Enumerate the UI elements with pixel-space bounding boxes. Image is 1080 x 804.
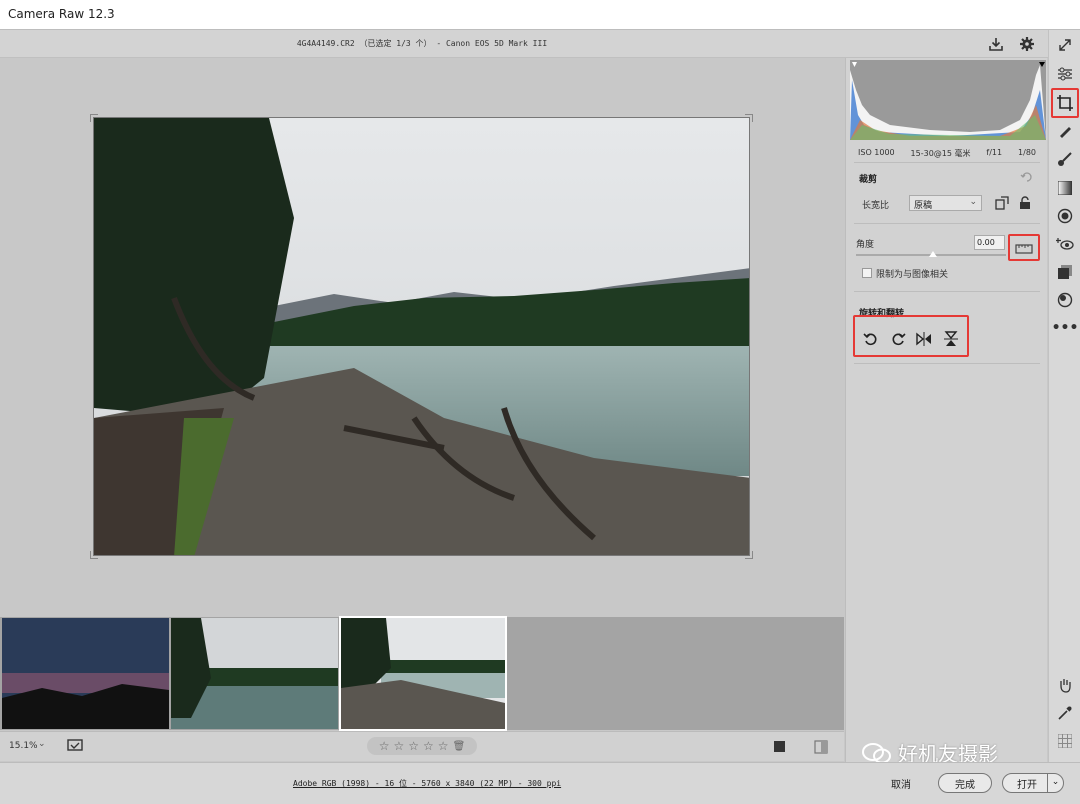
hand-icon[interactable] bbox=[1053, 673, 1077, 697]
done-button[interactable]: 完成 bbox=[938, 773, 992, 793]
exif-aperture: f/11 bbox=[986, 148, 1003, 157]
right-panel: ISO 1000 15-30@15 毫米 f/11 1/80 裁剪 长宽比 原稿… bbox=[845, 58, 1047, 766]
flip-horizontal-icon[interactable] bbox=[914, 330, 934, 348]
star-rating[interactable]: ☆ ☆ ☆ ☆ ☆ 🗑 bbox=[367, 737, 477, 755]
grid-icon[interactable] bbox=[1053, 729, 1077, 753]
constrain-checkbox[interactable] bbox=[862, 268, 872, 278]
flip-vertical-icon[interactable] bbox=[941, 330, 961, 348]
crop-section-title: 裁剪 bbox=[859, 175, 878, 185]
swap-orientation-icon[interactable] bbox=[994, 195, 1010, 211]
thumbnail-1[interactable] bbox=[2, 618, 169, 729]
red-eye-icon[interactable] bbox=[1053, 232, 1077, 256]
top-bar: 4G4A4149.CR2 （已选定 1/3 个） - Canon EOS 5D … bbox=[0, 30, 1050, 58]
angle-slider-thumb[interactable] bbox=[929, 251, 937, 257]
chevron-down-icon[interactable]: ⌄ bbox=[38, 739, 46, 749]
constrain-label: 限制为与图像相关 bbox=[876, 270, 949, 280]
healing-brush-icon[interactable] bbox=[1053, 119, 1077, 143]
rotate-left-icon[interactable] bbox=[861, 330, 881, 348]
trash-icon[interactable]: 🗑 bbox=[453, 741, 466, 752]
crop-tool-icon[interactable] bbox=[1051, 88, 1079, 118]
photo-preview[interactable] bbox=[93, 117, 750, 556]
presets-icon[interactable] bbox=[1053, 288, 1077, 312]
workflow-options-link[interactable]: Adobe RGB (1998) - 16 位 - 5760 x 3840 (2… bbox=[293, 778, 561, 789]
view-mode-icon[interactable] bbox=[772, 739, 788, 755]
star-4[interactable]: ☆ bbox=[423, 739, 434, 753]
gear-icon[interactable] bbox=[1017, 34, 1037, 54]
aspect-ratio-label: 长宽比 bbox=[862, 201, 890, 211]
radial-filter-icon[interactable] bbox=[1053, 204, 1077, 228]
eyedropper-icon[interactable] bbox=[1053, 701, 1077, 725]
more-icon[interactable]: ••• bbox=[1052, 316, 1079, 340]
title-bar: Camera Raw 12.3 bbox=[0, 0, 1080, 30]
crop-handle-br[interactable] bbox=[745, 551, 753, 559]
reset-icon[interactable] bbox=[1018, 169, 1036, 185]
crop-handle-tl[interactable] bbox=[90, 114, 98, 122]
exif-lens: 15-30@15 毫米 bbox=[910, 149, 971, 158]
exif-iso: ISO 1000 bbox=[858, 148, 895, 157]
filmstrip-select-icon[interactable] bbox=[66, 738, 84, 754]
window-title: Camera Raw 12.3 bbox=[8, 7, 115, 21]
brush-icon[interactable] bbox=[1053, 147, 1077, 171]
compare-view-icon[interactable] bbox=[812, 738, 830, 756]
gradient-filter-icon[interactable] bbox=[1053, 176, 1077, 200]
bottom-bar: 15.1% ⌄ ☆ ☆ ☆ ☆ ☆ 🗑 bbox=[0, 731, 844, 761]
edit-sliders-icon[interactable] bbox=[1053, 62, 1077, 86]
save-icon[interactable] bbox=[986, 34, 1006, 54]
chevron-down-icon[interactable]: ⌄ bbox=[1047, 774, 1063, 792]
tool-column: ••• bbox=[1048, 30, 1080, 762]
histogram bbox=[850, 60, 1046, 140]
chevron-down-icon: ⌄ bbox=[969, 197, 977, 207]
straighten-tool-icon[interactable] bbox=[1008, 234, 1040, 261]
cancel-button[interactable]: 取消 bbox=[876, 773, 926, 793]
thumbnail-2[interactable] bbox=[171, 618, 338, 729]
rotate-right-icon[interactable] bbox=[888, 330, 908, 348]
angle-value-input[interactable]: 0.00 bbox=[974, 235, 1005, 250]
wechat-icon bbox=[862, 742, 891, 763]
thumbnail-3-selected[interactable] bbox=[339, 616, 507, 731]
crop-handle-tr[interactable] bbox=[745, 114, 753, 122]
aspect-ratio-select[interactable]: 原稿 ⌄ bbox=[909, 195, 982, 211]
status-bar: Adobe RGB (1998) - 16 位 - 5760 x 3840 (2… bbox=[0, 762, 1080, 804]
angle-slider[interactable] bbox=[856, 251, 1006, 257]
exif-shutter: 1/80 bbox=[1018, 148, 1036, 157]
zoom-level[interactable]: 15.1% bbox=[9, 741, 38, 751]
star-5[interactable]: ☆ bbox=[438, 739, 449, 753]
snapshots-icon[interactable] bbox=[1053, 260, 1077, 284]
star-2[interactable]: ☆ bbox=[394, 739, 405, 753]
star-1[interactable]: ☆ bbox=[379, 739, 390, 753]
lock-icon[interactable] bbox=[1017, 195, 1033, 211]
file-info: 4G4A4149.CR2 （已选定 1/3 个） - Canon EOS 5D … bbox=[296, 39, 548, 48]
crop-handle-bl[interactable] bbox=[90, 551, 98, 559]
expand-icon[interactable] bbox=[1053, 33, 1077, 57]
star-3[interactable]: ☆ bbox=[408, 739, 419, 753]
angle-label: 角度 bbox=[856, 240, 875, 250]
open-button[interactable]: 打开 ⌄ bbox=[1002, 773, 1064, 793]
